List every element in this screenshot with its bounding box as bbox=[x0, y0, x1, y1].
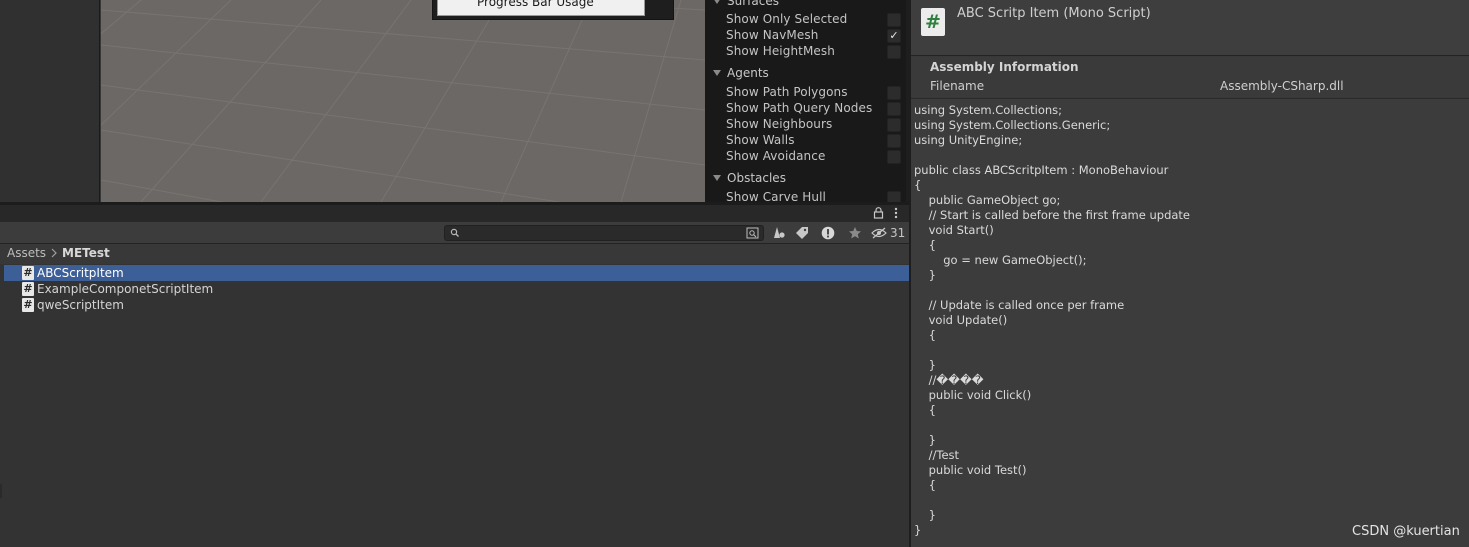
context-menu: Progress Bar Usage bbox=[432, 0, 674, 20]
show-avoidance-checkbox[interactable] bbox=[887, 150, 901, 164]
filename-value: Assembly-CSharp.dll bbox=[1220, 79, 1344, 93]
breadcrumb-assets[interactable]: Assets bbox=[7, 246, 46, 260]
favorites-button[interactable] bbox=[843, 225, 867, 241]
breadcrumb: Assets METest bbox=[0, 245, 911, 263]
option-show-path-query-nodes-label: Show Path Query Nodes bbox=[726, 101, 873, 115]
option-show-navmesh-label: Show NavMesh bbox=[726, 28, 819, 42]
project-tab-bar bbox=[0, 205, 911, 222]
foldout-icon bbox=[713, 70, 721, 76]
surfaces-section-header[interactable]: Surfaces bbox=[713, 0, 779, 8]
more-options-icon[interactable] bbox=[892, 207, 900, 219]
resize-handle[interactable] bbox=[0, 484, 2, 498]
inspector-title: ABC Scritp Item (Mono Script) bbox=[957, 6, 1151, 21]
option-show-only-selected-label: Show Only Selected bbox=[726, 12, 848, 26]
star-icon bbox=[849, 227, 861, 239]
type-filter-icon bbox=[774, 227, 785, 238]
log-types-button[interactable] bbox=[816, 225, 840, 241]
option-show-neighbours-label: Show Neighbours bbox=[726, 117, 833, 131]
scene-view[interactable]: Progress Bar Usage bbox=[101, 0, 705, 202]
option-show-avoidance-label: Show Avoidance bbox=[726, 149, 826, 163]
script-icon: # bbox=[22, 298, 34, 312]
foldout-icon bbox=[713, 0, 721, 4]
scene-left-panel bbox=[0, 0, 100, 202]
search-by-label-button[interactable] bbox=[790, 225, 814, 241]
breadcrumb-current-folder[interactable]: METest bbox=[62, 246, 110, 260]
asset-name: qweScriptItem bbox=[37, 298, 124, 312]
navmesh-display-panel: Surfaces Show Only Selected Show NavMesh… bbox=[705, 0, 906, 202]
hidden-count: 31 bbox=[890, 226, 906, 240]
asset-name: ABCScritpItem bbox=[37, 266, 124, 280]
show-path-polygons-checkbox[interactable] bbox=[887, 86, 901, 100]
list-item[interactable]: # ABCScritpItem bbox=[4, 265, 909, 281]
script-icon: # bbox=[22, 282, 34, 296]
asset-name: ExampleComponetScriptItem bbox=[37, 282, 214, 296]
show-heightmesh-checkbox[interactable] bbox=[887, 45, 901, 59]
agents-section-header[interactable]: Agents bbox=[713, 66, 769, 80]
checkmark-icon: ✓ bbox=[889, 29, 899, 42]
option-show-path-polygons-label: Show Path Polygons bbox=[726, 85, 848, 99]
hidden-packages-button[interactable] bbox=[870, 225, 888, 241]
show-only-selected-checkbox[interactable] bbox=[887, 13, 901, 27]
option-show-heightmesh-label: Show HeightMesh bbox=[726, 44, 835, 58]
tag-icon bbox=[796, 227, 808, 239]
search-icon bbox=[450, 228, 459, 237]
filename-label: Filename bbox=[930, 79, 985, 93]
search-by-type-button[interactable] bbox=[767, 225, 791, 241]
show-carve-hull-checkbox[interactable] bbox=[887, 191, 901, 202]
context-menu-highlight[interactable]: Progress Bar Usage bbox=[437, 0, 645, 16]
option-show-carve-hull-label: Show Carve Hull bbox=[726, 190, 826, 202]
show-neighbours-checkbox[interactable] bbox=[887, 118, 901, 132]
warning-circle-icon bbox=[821, 226, 835, 240]
script-source-text: using System.Collections; using System.C… bbox=[914, 103, 1191, 537]
eye-slash-icon bbox=[871, 227, 887, 239]
option-show-walls-label: Show Walls bbox=[726, 133, 795, 147]
show-path-query-nodes-checkbox[interactable] bbox=[887, 102, 901, 116]
chevron-right-icon bbox=[51, 248, 57, 258]
search-scope-icon[interactable] bbox=[746, 227, 759, 239]
watermark: CSDN @kuertian bbox=[1352, 524, 1460, 539]
foldout-icon bbox=[713, 175, 721, 181]
scene-grid bbox=[101, 0, 705, 202]
script-icon: # bbox=[22, 266, 34, 280]
assembly-information-title: Assembly Information bbox=[930, 60, 1079, 74]
obstacles-section-header[interactable]: Obstacles bbox=[713, 171, 786, 185]
show-walls-checkbox[interactable] bbox=[887, 134, 901, 148]
script-icon: # bbox=[921, 8, 945, 36]
list-item[interactable]: # ExampleComponetScriptItem bbox=[4, 281, 909, 297]
show-navmesh-checkbox[interactable]: ✓ bbox=[887, 29, 901, 43]
menu-item-progress-bar-usage[interactable]: Progress Bar Usage bbox=[477, 0, 594, 9]
list-item[interactable]: # qweScriptItem bbox=[4, 297, 909, 313]
asset-list: # ABCScritpItem # ExampleComponetScriptI… bbox=[0, 264, 911, 547]
lock-icon[interactable] bbox=[873, 207, 884, 219]
search-input[interactable] bbox=[444, 225, 764, 241]
